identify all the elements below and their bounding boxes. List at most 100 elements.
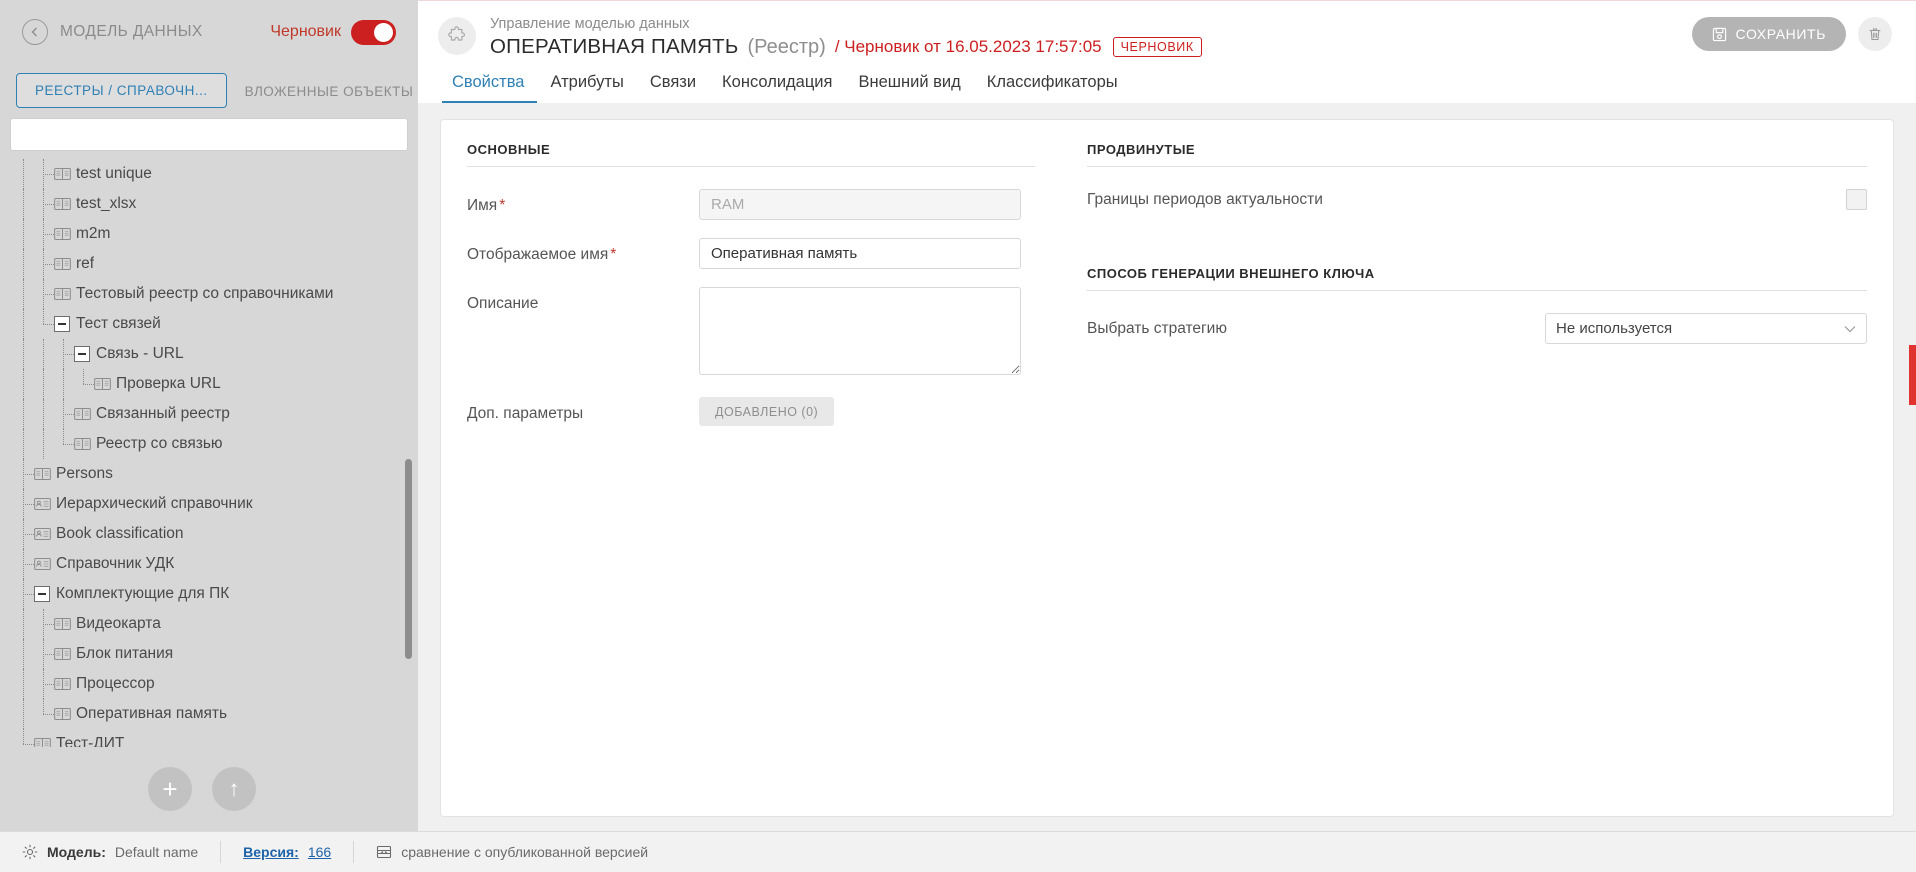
tab-свойства[interactable]: Свойства (442, 67, 537, 103)
registry-icon (54, 707, 71, 721)
tree-guide-line (14, 339, 34, 369)
tab-внешний-вид[interactable]: Внешний вид (845, 67, 973, 103)
search-input[interactable] (21, 126, 397, 144)
sidebar-search[interactable] (10, 118, 408, 151)
tree-branch-connector (34, 639, 54, 669)
registry-icon (54, 197, 71, 211)
tree-item[interactable]: Тестовый реестр со справочниками (0, 279, 418, 309)
tree-item[interactable]: Тест-ДИТ (0, 729, 418, 747)
display-name-label-text: Отображаемое имя (467, 246, 608, 263)
tree-item[interactable]: Оперативная память (0, 699, 418, 729)
tree-item[interactable]: Справочник УДК (0, 549, 418, 579)
tree-guide-line (14, 219, 34, 249)
registry-icon (74, 407, 91, 421)
tree-guides (14, 279, 54, 309)
extra-params-button[interactable]: ДОБАВЛЕНО (0) (699, 397, 834, 426)
tree-guide-line (14, 429, 34, 459)
tree-item[interactable]: Видеокарта (0, 609, 418, 639)
required-marker: * (499, 197, 505, 214)
footer-version[interactable]: Версия: 166 (221, 832, 353, 872)
tree-guides (14, 639, 54, 669)
description-textarea[interactable] (699, 287, 1021, 375)
draft-toggle-label: Черновик (270, 23, 341, 41)
tab-атрибуты[interactable]: Атрибуты (537, 67, 636, 103)
tab-классификаторы[interactable]: Классификаторы (974, 67, 1131, 103)
tree-item[interactable]: Связь - URL (0, 339, 418, 369)
tree-guides (14, 429, 74, 459)
name-input[interactable] (699, 189, 1021, 220)
delete-button[interactable] (1858, 17, 1892, 51)
tree-item[interactable]: Реестр со связью (0, 429, 418, 459)
add-button[interactable]: + (148, 767, 192, 811)
tree-branch-connector (34, 669, 54, 699)
tree-item[interactable]: Связанный реестр (0, 399, 418, 429)
draft-toggle-switch[interactable] (351, 20, 396, 45)
tree-item[interactable]: Тест связей (0, 309, 418, 339)
status-badge: ЧЕРНОВИК (1113, 37, 1202, 57)
registry-icon (54, 287, 71, 301)
tree-collapse-toggle[interactable] (74, 346, 90, 362)
save-button[interactable]: СОХРАНИТЬ (1692, 17, 1846, 51)
sidebar: МОДЕЛЬ ДАННЫХ Черновик РЕЕСТРЫ / СПРАВОЧ… (0, 0, 418, 831)
page-title: ОПЕРАТИВНАЯ ПАМЯТЬ (490, 35, 739, 59)
move-up-button[interactable]: ↑ (212, 767, 256, 811)
fk-strategy-select[interactable]: Не используется (1545, 313, 1867, 344)
tree-branch-connector (54, 399, 74, 429)
compare-icon (376, 844, 392, 860)
tree-item[interactable]: Блок питания (0, 639, 418, 669)
back-chevron-icon[interactable] (22, 19, 48, 45)
tree-guide-line (14, 369, 34, 399)
header-actions: СОХРАНИТЬ (1692, 15, 1892, 51)
registry-tree[interactable]: test uniquetest_xlsxm2mrefТестовый реест… (0, 159, 418, 747)
required-marker: * (610, 246, 616, 263)
tree-collapse-toggle[interactable] (34, 586, 50, 602)
body-row: МОДЕЛЬ ДАННЫХ Черновик РЕЕСТРЫ / СПРАВОЧ… (0, 0, 1916, 831)
tree-guides (14, 549, 34, 579)
tree-collapse-toggle[interactable] (54, 316, 70, 332)
tree-item-label: Видеокарта (76, 615, 161, 633)
tree-guides (14, 189, 54, 219)
tab-связи[interactable]: Связи (637, 67, 709, 103)
sidebar-tab-registries[interactable]: РЕЕСТРЫ / СПРАВОЧН... (16, 73, 227, 108)
tree-item[interactable]: Проверка URL (0, 369, 418, 399)
tree-item[interactable]: Book classification (0, 519, 418, 549)
basic-column: ОСНОВНЫЕ Имя* Отобража (441, 142, 1061, 816)
footer-compare[interactable]: сравнение с опубликованной версией (354, 832, 670, 872)
field-row-fk-strategy: Выбрать стратегию Не используется (1087, 313, 1867, 344)
sidebar-tab-nested-objects[interactable]: ВЛОЖЕННЫЕ ОБЪЕКТЫ (227, 75, 432, 108)
registry-icon (54, 167, 71, 181)
version-value: 166 (308, 844, 331, 860)
puzzle-piece-icon (438, 17, 476, 55)
sidebar-title: МОДЕЛЬ ДАННЫХ (60, 23, 203, 41)
tree-item[interactable]: test_xlsx (0, 189, 418, 219)
tree-item-label: Блок питания (76, 645, 173, 663)
tree-branch-connector (34, 609, 54, 639)
registry-icon (54, 647, 71, 661)
basic-section-title: ОСНОВНЫЕ (467, 142, 1035, 157)
tree-item[interactable]: Комплектующие для ПК (0, 579, 418, 609)
tree-item[interactable]: test unique (0, 159, 418, 189)
tree-branch-connector (34, 189, 54, 219)
save-disk-icon (1712, 27, 1727, 42)
tree-item[interactable]: ref (0, 249, 418, 279)
fk-strategy-label: Выбрать стратегию (1087, 320, 1545, 338)
tree-item[interactable]: Процессор (0, 669, 418, 699)
tree-item[interactable]: Иерархический справочник (0, 489, 418, 519)
main-header-row: Управление моделью данных ОПЕРАТИВНАЯ ПА… (418, 11, 1916, 59)
sidebar-tabs: РЕЕСТРЫ / СПРАВОЧН... ВЛОЖЕННЫЕ ОБЪЕКТЫ (0, 64, 418, 108)
compare-label: сравнение с опубликованной версией (401, 844, 648, 860)
tree-scrollbar-thumb[interactable] (405, 459, 412, 659)
display-name-input[interactable] (699, 238, 1021, 269)
tab-консолидация[interactable]: Консолидация (709, 67, 845, 103)
tree-item[interactable]: Persons (0, 459, 418, 489)
advanced-section-rule (1087, 166, 1867, 167)
main-header: Управление моделью данных ОПЕРАТИВНАЯ ПА… (418, 0, 1916, 103)
validity-bounds-checkbox[interactable] (1846, 189, 1867, 210)
registry-icon (94, 377, 111, 391)
advanced-section-title: ПРОДВИНУТЫЕ (1087, 142, 1867, 157)
extra-params-label: Доп. параметры (467, 397, 699, 423)
tree-guides (14, 369, 94, 399)
registry-icon (54, 227, 71, 241)
tree-item[interactable]: m2m (0, 219, 418, 249)
description-control (699, 287, 1035, 379)
